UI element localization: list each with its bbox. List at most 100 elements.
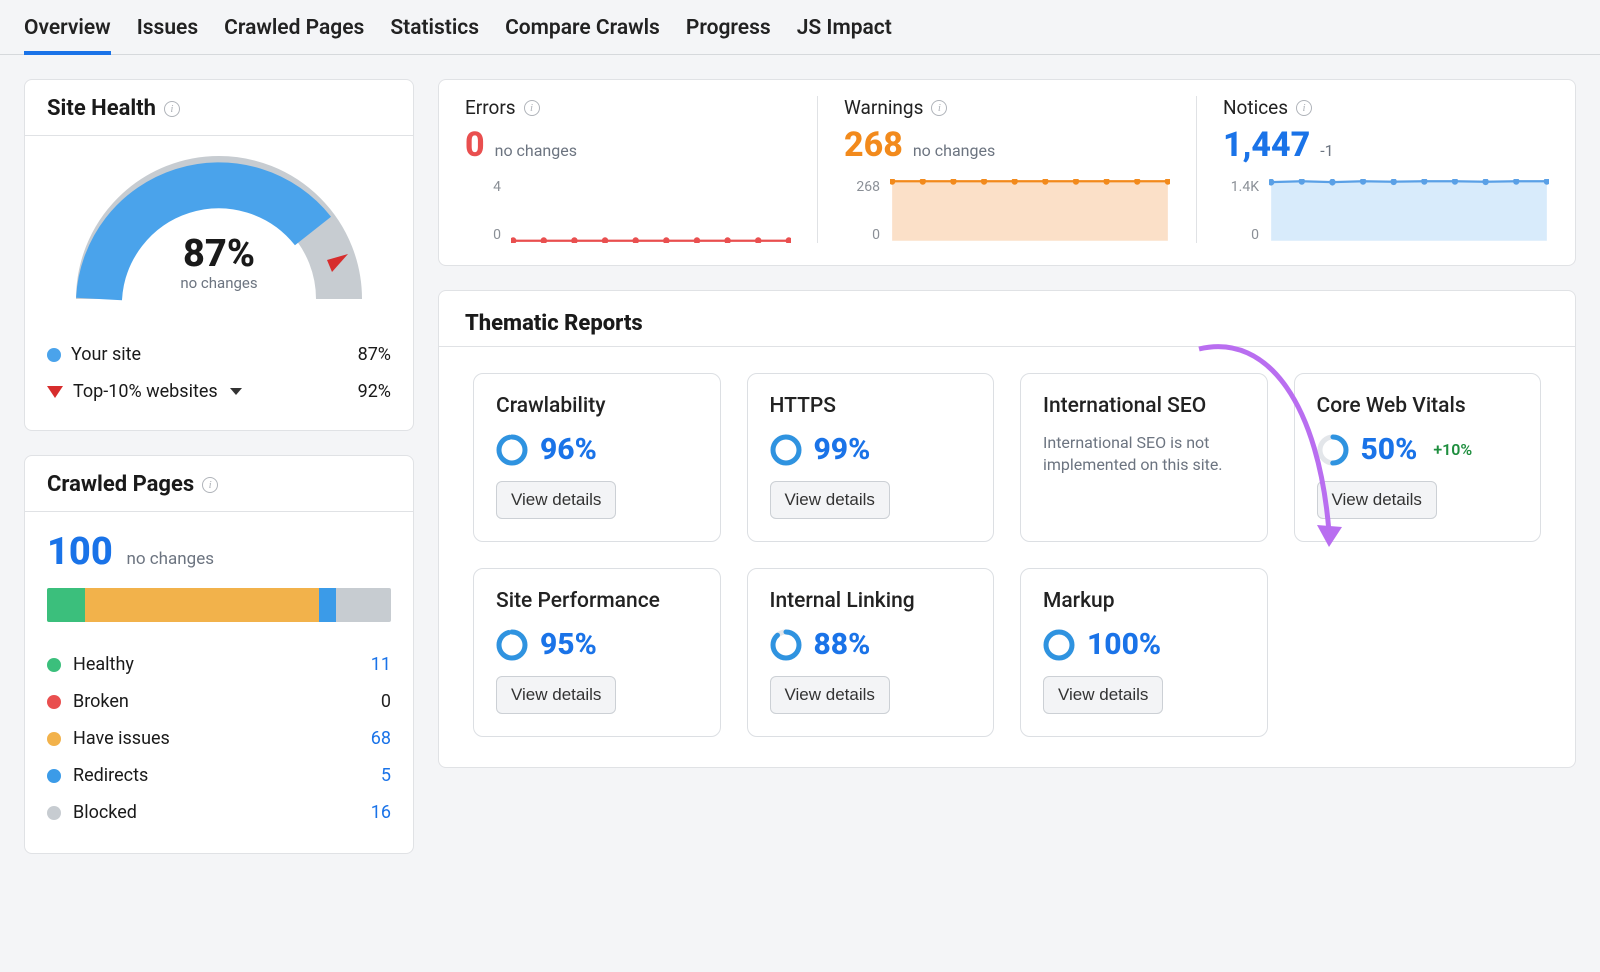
progress-ring-icon — [1317, 434, 1349, 466]
y-tick: 0 — [465, 227, 501, 243]
summary-errors-value: 0 — [465, 125, 485, 165]
summary-notices-value: 1,447 — [1223, 125, 1310, 165]
tabs-nav: Overview Issues Crawled Pages Statistics… — [0, 0, 1600, 55]
info-icon[interactable]: i — [1296, 100, 1312, 116]
thematic-card-title: Site Performance — [496, 589, 698, 613]
list-item-label: Have issues — [73, 728, 339, 749]
info-icon[interactable]: i — [202, 477, 218, 493]
view-details-button[interactable]: View details — [770, 676, 890, 714]
crawled-breakdown-list: Healthy11Broken0Have issues68Redirects5B… — [47, 646, 391, 831]
site-health-sub: no changes — [74, 274, 364, 292]
thematic-card-percent: 95% — [540, 627, 597, 662]
progress-ring-icon — [496, 629, 528, 661]
info-icon[interactable]: i — [524, 100, 540, 116]
dot-icon — [47, 348, 61, 362]
legend-top10[interactable]: Top-10% websites 92% — [47, 373, 391, 410]
site-health-header: Site Health i — [25, 80, 413, 136]
summary-title-label: Errors — [465, 96, 516, 119]
progress-ring-icon — [770, 434, 802, 466]
dot-icon — [47, 769, 61, 783]
legend-your-site: Your site 87% — [47, 336, 391, 373]
crawled-row-healthy[interactable]: Healthy 11 — [47, 646, 391, 683]
crawled-sub: no changes — [126, 549, 214, 569]
crawled-total: 100 — [47, 530, 113, 574]
crawled-pages-card: Crawled Pages i 100 no changes Healthy 11… — [24, 455, 414, 854]
info-icon[interactable]: i — [931, 100, 947, 116]
list-item-value: 16 — [351, 802, 391, 823]
tab-compare-crawls[interactable]: Compare Crawls — [505, 12, 660, 54]
tab-issues[interactable]: Issues — [137, 12, 198, 54]
y-tick: 1.4K — [1223, 179, 1259, 195]
tab-statistics[interactable]: Statistics — [390, 12, 479, 54]
summary-warnings-delta: no changes — [913, 141, 995, 160]
stackbar-segment-haveissues — [85, 588, 319, 622]
view-details-button[interactable]: View details — [496, 676, 616, 714]
list-item-value: 5 — [351, 765, 391, 786]
site-health-legend: Your site 87% Top-10% websites 92% — [25, 336, 413, 430]
dot-icon — [47, 806, 61, 820]
crawled-pages-header: Crawled Pages i — [25, 456, 413, 512]
crawled-row-redirects[interactable]: Redirects 5 — [47, 757, 391, 794]
legend-label: Top-10% websites — [73, 381, 218, 402]
list-item-label: Healthy — [73, 654, 339, 675]
thematic-card-crawlability: Crawlability96%View details — [473, 373, 721, 542]
summary-title-label: Warnings — [844, 96, 923, 119]
thematic-card-linking: Internal Linking88%View details — [747, 568, 995, 737]
view-details-button[interactable]: View details — [1317, 481, 1437, 519]
thematic-card-percent: 96% — [540, 432, 597, 467]
view-details-button[interactable]: View details — [770, 481, 890, 519]
y-tick: 268 — [844, 179, 880, 195]
thematic-card-percent: 50% — [1361, 432, 1418, 467]
site-health-gauge: 87% no changes — [25, 136, 413, 336]
view-details-button[interactable]: View details — [496, 481, 616, 519]
dot-icon — [47, 732, 61, 746]
thematic-card-title: HTTPS — [770, 394, 972, 418]
chevron-down-icon — [230, 388, 242, 395]
tab-js-impact[interactable]: JS Impact — [797, 12, 892, 54]
thematic-card-title: Core Web Vitals — [1317, 394, 1519, 418]
errors-sparkline: 4 0 — [465, 179, 791, 243]
thematic-card-markup: Markup100%View details — [1020, 568, 1268, 737]
thematic-card-percent: 88% — [814, 627, 871, 662]
list-item-label: Broken — [73, 691, 339, 712]
progress-ring-icon — [496, 434, 528, 466]
list-item-value: 11 — [351, 654, 391, 675]
tab-progress[interactable]: Progress — [686, 12, 771, 54]
summary-card: Errors i 0 no changes 4 0 Warnings — [438, 79, 1576, 266]
crawled-row-broken[interactable]: Broken0 — [47, 683, 391, 720]
thematic-card-title: International SEO — [1043, 394, 1245, 418]
notices-sparkline: 1.4K 0 — [1223, 179, 1549, 243]
tab-crawled-pages[interactable]: Crawled Pages — [224, 12, 364, 54]
dot-icon — [47, 658, 61, 672]
thematic-reports-card: Thematic Reports Crawlability96%View det… — [438, 290, 1576, 768]
thematic-title: Thematic Reports — [439, 291, 1575, 347]
summary-notices-delta: -1 — [1320, 141, 1333, 160]
progress-ring-icon — [1043, 629, 1075, 661]
summary-warnings-value: 268 — [844, 125, 903, 165]
site-health-percent: 87% — [74, 232, 364, 276]
info-icon[interactable]: i — [164, 101, 180, 117]
summary-notices: Notices i 1,447 -1 1.4K 0 — [1196, 96, 1549, 243]
view-details-button[interactable]: View details — [1043, 676, 1163, 714]
main-content: Site Health i 87% no changes — [0, 55, 1600, 878]
left-column: Site Health i 87% no changes — [24, 79, 414, 854]
summary-title-label: Notices — [1223, 96, 1288, 119]
thematic-card-percent: 100% — [1087, 627, 1161, 662]
list-item-label: Redirects — [73, 765, 339, 786]
thematic-grid: Crawlability96%View detailsHTTPS99%View … — [439, 347, 1575, 767]
thematic-card-https: HTTPS99%View details — [747, 373, 995, 542]
site-health-card: Site Health i 87% no changes — [24, 79, 414, 431]
crawled-pages-title: Crawled Pages — [47, 472, 194, 497]
crawled-row-haveissues[interactable]: Have issues68 — [47, 720, 391, 757]
tab-overview[interactable]: Overview — [24, 12, 111, 54]
summary-errors-delta: no changes — [495, 141, 577, 160]
list-item-label: Blocked — [73, 802, 339, 823]
progress-ring-icon — [770, 629, 802, 661]
crawled-row-blocked[interactable]: Blocked 16 — [47, 794, 391, 831]
y-tick: 0 — [1223, 227, 1259, 243]
legend-label: Your site — [71, 344, 141, 365]
y-tick: 4 — [465, 179, 501, 195]
legend-value: 92% — [358, 381, 391, 402]
thematic-card-perf: Site Performance 95% View details — [473, 568, 721, 737]
thematic-card-intl: International SEOInternational SEO is no… — [1020, 373, 1268, 542]
